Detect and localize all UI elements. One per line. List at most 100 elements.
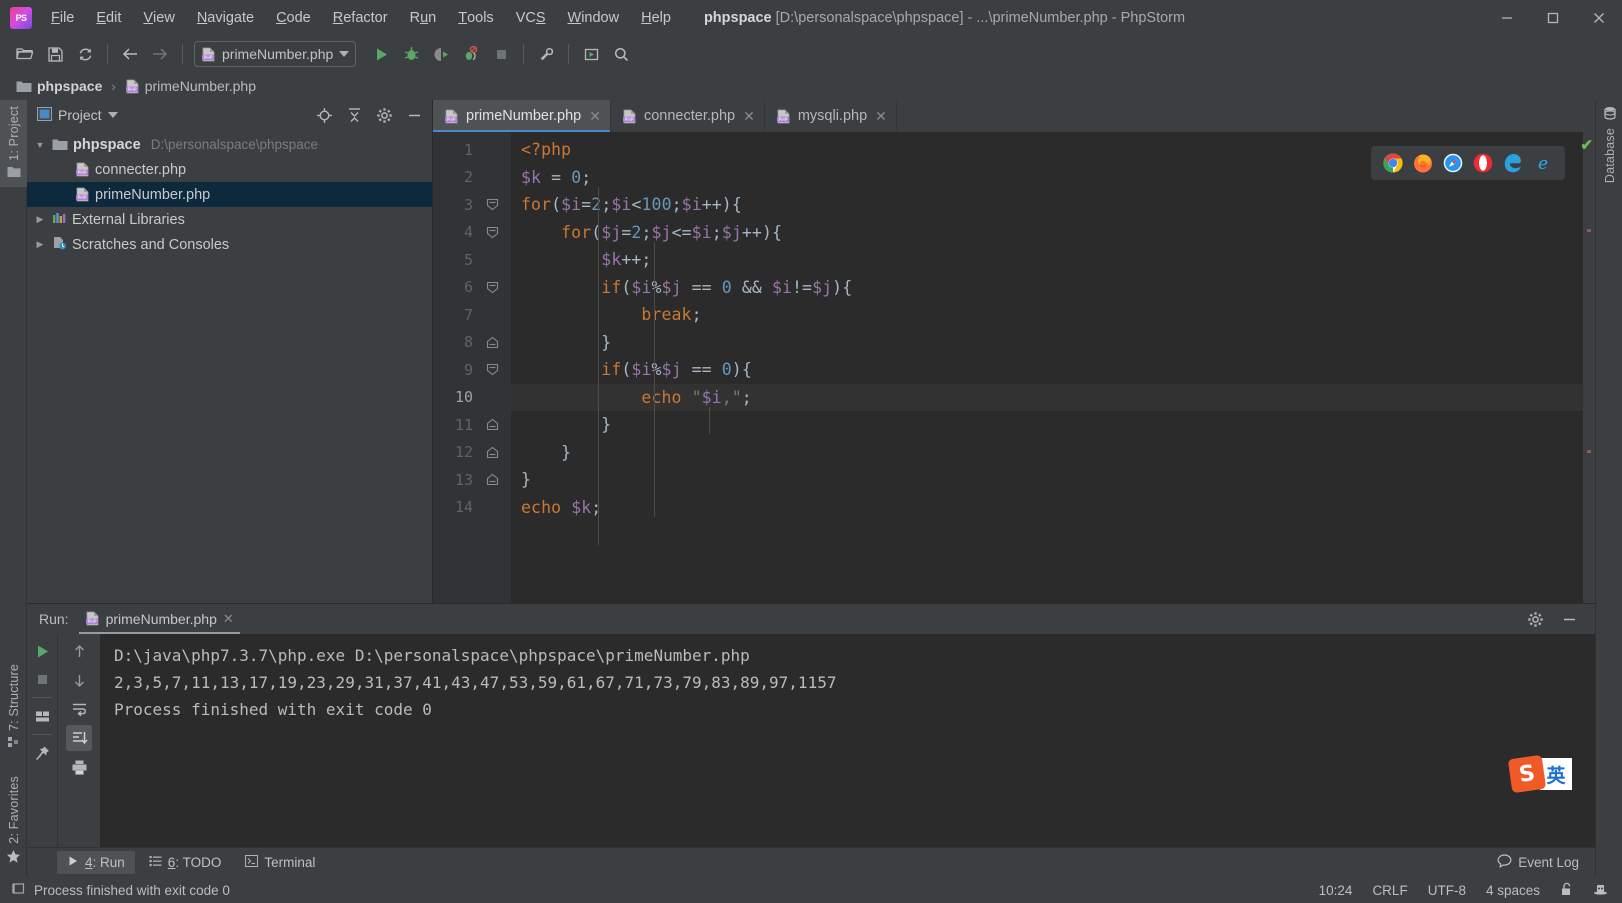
- fold-open-icon[interactable]: [479, 363, 505, 376]
- tree-row-scratches[interactable]: ▶ Scratches and Consoles: [27, 232, 432, 257]
- lock-icon[interactable]: [1550, 882, 1583, 899]
- inspection-ok-icon[interactable]: ✔: [1580, 136, 1593, 154]
- fold-close-icon[interactable]: [479, 473, 505, 486]
- breadcrumb-item-primenumber[interactable]: PHP primeNumber.php: [121, 77, 260, 95]
- chevron-down-icon[interactable]: [107, 112, 118, 118]
- menu-code[interactable]: Code: [265, 0, 322, 36]
- tree-row-connecter[interactable]: PHP connecter.php: [27, 157, 432, 182]
- breadcrumb-item-phpspace[interactable]: phpspace: [12, 77, 106, 95]
- bottom-tab-terminal[interactable]: Terminal: [235, 851, 325, 874]
- menu-view[interactable]: View: [132, 0, 185, 36]
- run-tab-primenumber[interactable]: PHP primeNumber.php ✕: [78, 608, 240, 634]
- scroll-to-end-icon[interactable]: [66, 725, 92, 751]
- search-everywhere-icon[interactable]: [606, 40, 636, 68]
- tree-row-primenumber[interactable]: PHP primeNumber.php: [27, 182, 432, 207]
- sidebar-item-favorites[interactable]: 2: Favorites: [0, 770, 27, 873]
- run-configuration-selector[interactable]: PHP primeNumber.php: [194, 41, 357, 67]
- menu-edit[interactable]: Edit: [85, 0, 132, 36]
- close-button[interactable]: [1576, 0, 1622, 36]
- soft-wrap-icon[interactable]: [66, 696, 92, 722]
- editor-scroll-stripe[interactable]: ✔: [1580, 132, 1595, 603]
- run-anything-icon[interactable]: [576, 40, 606, 68]
- bottom-tab-todo[interactable]: 6: TODO: [139, 851, 232, 874]
- opera-icon[interactable]: [1473, 153, 1493, 173]
- down-arrow-icon[interactable]: [66, 667, 92, 693]
- close-icon[interactable]: ✕: [223, 611, 234, 627]
- status-time[interactable]: 10:24: [1309, 883, 1363, 898]
- sidebar-item-structure[interactable]: 7: Structure: [0, 658, 27, 757]
- tab-connecter-php[interactable]: PHP connecter.php ✕: [610, 100, 765, 132]
- status-encoding[interactable]: UTF-8: [1418, 883, 1476, 898]
- menu-vcs[interactable]: VC S: [505, 0, 557, 36]
- edge-icon[interactable]: [1503, 153, 1523, 173]
- run-icon[interactable]: [366, 40, 396, 68]
- gear-icon[interactable]: [372, 104, 396, 126]
- menu-help[interactable]: Help: [630, 0, 682, 36]
- tab-primenumber-php[interactable]: PHP primeNumber.php ✕: [433, 100, 611, 132]
- editor-gutter[interactable]: 1 2 3 4 5 6 7 8 9 10 11 12 13 14: [433, 132, 511, 603]
- chrome-icon[interactable]: [1383, 153, 1403, 173]
- menu-file[interactable]: File: [40, 0, 85, 36]
- gear-icon[interactable]: [1523, 608, 1547, 630]
- run-toolbar-separator: [32, 697, 52, 698]
- hide-icon[interactable]: [1557, 608, 1581, 630]
- code-content[interactable]: <?php $k = 0; for($i = 2; $i <100; $i ++){ for…: [511, 132, 1583, 603]
- minimize-button[interactable]: [1484, 0, 1530, 36]
- save-all-icon[interactable]: [40, 40, 70, 68]
- collapse-all-icon[interactable]: [342, 104, 366, 126]
- layout-icon[interactable]: [29, 703, 55, 729]
- event-log-button[interactable]: Event Log: [1497, 854, 1595, 871]
- locate-target-icon[interactable]: [312, 104, 336, 126]
- error-stripe-mark[interactable]: [1587, 229, 1591, 232]
- wrench-icon[interactable]: [531, 40, 561, 68]
- chevron-right-icon[interactable]: ▶: [33, 214, 47, 225]
- debug-icon[interactable]: [396, 40, 426, 68]
- error-stripe-mark[interactable]: [1587, 450, 1591, 453]
- open-folder-icon[interactable]: [10, 40, 40, 68]
- print-icon[interactable]: [66, 754, 92, 780]
- fold-close-icon[interactable]: [479, 336, 505, 349]
- maximize-button[interactable]: [1530, 0, 1576, 36]
- pin-icon[interactable]: [29, 740, 55, 766]
- chevron-down-icon[interactable]: ▼: [33, 140, 47, 150]
- status-line-separator[interactable]: CRLF: [1362, 883, 1417, 898]
- fold-open-icon[interactable]: [479, 281, 505, 294]
- up-arrow-icon[interactable]: [66, 638, 92, 664]
- internet-explorer-icon[interactable]: e: [1533, 153, 1553, 173]
- rerun-icon[interactable]: [29, 638, 55, 664]
- tree-row-phpspace[interactable]: ▼ phpspace D:\personalspace\phpspace: [27, 132, 432, 157]
- menu-refactor[interactable]: Refactor: [322, 0, 399, 36]
- run-with-coverage-icon[interactable]: [426, 40, 456, 68]
- firefox-icon[interactable]: [1413, 153, 1433, 173]
- forward-arrow-icon[interactable]: [145, 40, 175, 68]
- fold-close-icon[interactable]: [479, 446, 505, 459]
- sync-icon[interactable]: [70, 40, 100, 68]
- hide-icon[interactable]: [402, 104, 426, 126]
- menu-run[interactable]: Run: [399, 0, 448, 36]
- editor-body[interactable]: 1 2 3 4 5 6 7 8 9 10 11 12 13 14 <?php $…: [433, 132, 1595, 603]
- back-arrow-icon[interactable]: [115, 40, 145, 68]
- close-icon[interactable]: ✕: [875, 108, 887, 125]
- status-indent[interactable]: 4 spaces: [1476, 883, 1550, 898]
- menu-tools[interactable]: Tools: [447, 0, 504, 36]
- fold-open-icon[interactable]: [479, 198, 505, 211]
- chevron-right-icon[interactable]: ▶: [33, 239, 47, 250]
- inspector-hat-icon[interactable]: [1583, 882, 1622, 899]
- menu-window[interactable]: Window: [557, 0, 631, 36]
- sidebar-item-project[interactable]: 1: Project: [0, 100, 27, 187]
- menu-navigate[interactable]: Navigate: [186, 0, 265, 36]
- stop-icon[interactable]: [486, 40, 516, 68]
- fold-open-icon[interactable]: [479, 226, 505, 239]
- fold-close-icon[interactable]: [479, 418, 505, 431]
- bottom-tab-run[interactable]: 4: Run: [57, 851, 135, 874]
- ime-indicator[interactable]: S 英: [1507, 754, 1572, 794]
- close-icon[interactable]: ✕: [589, 108, 601, 125]
- close-icon[interactable]: ✕: [743, 108, 755, 125]
- debug-listen-icon[interactable]: [456, 40, 486, 68]
- sidebar-item-database[interactable]: Database: [1596, 100, 1622, 189]
- tab-mysqli-php[interactable]: PHP mysqli.php ✕: [764, 100, 897, 132]
- stop-icon[interactable]: [29, 666, 55, 692]
- run-console-output[interactable]: D:\java\php7.3.7\php.exe D:\personalspac…: [100, 634, 1595, 847]
- safari-icon[interactable]: [1443, 153, 1463, 173]
- tree-row-external-libraries[interactable]: ▶ External Libraries: [27, 207, 432, 232]
